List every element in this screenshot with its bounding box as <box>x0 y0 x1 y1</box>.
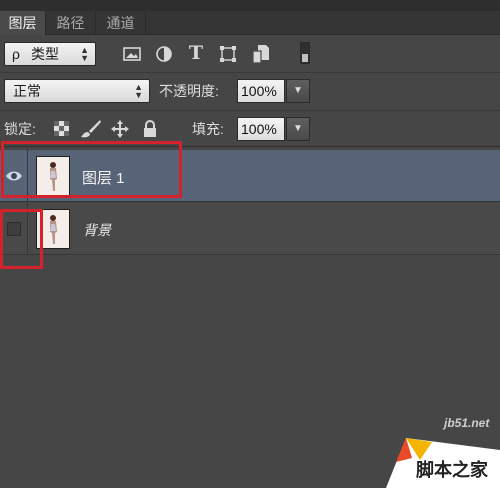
fill-dropdown-button[interactable]: ▼ <box>286 117 310 141</box>
annotation-box-layer <box>1 141 182 198</box>
adjustment-filter-icon[interactable] <box>155 45 173 63</box>
filter-row: ρ 类型 ▲ ▼ T <box>0 36 500 72</box>
blend-mode-dropdown[interactable]: 正常 ▲ ▼ <box>4 79 150 103</box>
filter-toggle-icon[interactable] <box>300 42 310 64</box>
fill-input[interactable]: 100% <box>237 117 285 141</box>
smart-object-filter-icon[interactable] <box>252 44 270 64</box>
updown-arrow-icon: ▲ ▼ <box>80 45 89 63</box>
updown-arrow-icon: ▲ ▼ <box>134 82 143 100</box>
chevron-down-icon: ▼ <box>293 123 303 134</box>
annotation-box-visibility <box>0 209 43 269</box>
watermark-brand: 脚本之家 <box>416 460 488 480</box>
filter-kind-label: 类型 <box>31 46 59 62</box>
lock-transparent-icon[interactable] <box>54 121 69 136</box>
search-icon: ρ <box>12 46 20 62</box>
panel-tab-bar: 图层 路径 通道 <box>0 11 500 35</box>
tab-channels[interactable]: 通道 <box>96 11 146 35</box>
layer-name: 背景 <box>83 222 111 238</box>
image-filter-icon[interactable] <box>123 46 141 62</box>
opacity-input[interactable]: 100% <box>237 79 285 103</box>
chevron-down-icon: ▼ <box>293 85 303 96</box>
lock-icon[interactable] <box>142 119 158 139</box>
opacity-dropdown-button[interactable]: ▼ <box>286 79 310 103</box>
tab-paths[interactable]: 路径 <box>46 11 96 35</box>
blend-mode-value: 正常 <box>13 83 41 99</box>
layer-row-background[interactable]: 背景 <box>0 203 500 255</box>
panel-top-strip <box>0 0 500 11</box>
fill-label: 填充: <box>192 121 224 137</box>
lock-label: 锁定: <box>4 121 36 137</box>
blend-row: 正常 ▲ ▼ 不透明度: 100% ▼ <box>0 73 500 109</box>
type-filter-icon[interactable]: T <box>187 42 205 64</box>
opacity-label: 不透明度: <box>159 83 219 99</box>
tab-layers[interactable]: 图层 <box>0 11 46 35</box>
move-icon[interactable] <box>110 119 130 139</box>
brush-icon[interactable] <box>80 119 102 139</box>
shape-filter-icon[interactable] <box>219 45 237 63</box>
filter-kind-dropdown[interactable]: ρ 类型 ▲ ▼ <box>4 42 96 66</box>
